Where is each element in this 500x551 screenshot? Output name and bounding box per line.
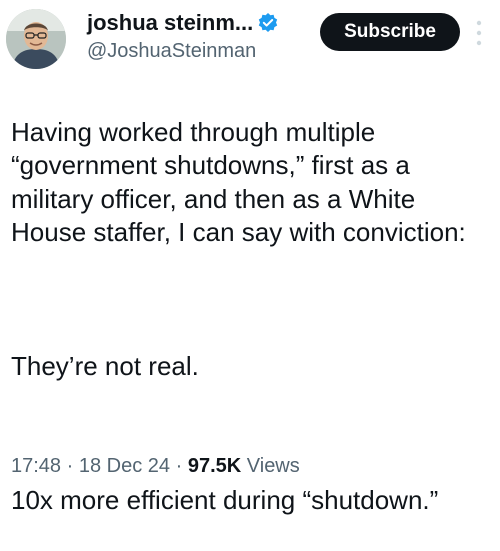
tweet-paragraph: Having worked through multiple “governme… [11,116,466,248]
verified-badge-icon [257,12,279,34]
author-name-row[interactable]: joshua steinm... [87,10,279,36]
tweet-paragraph: 10x more efficient during “shutdown.” [11,485,439,515]
tweet-time[interactable]: 17:48 [11,455,61,477]
tweet-paragraph: They’re not real. [11,351,199,381]
tweet-text: Having worked through multiple “governme… [11,82,491,551]
views-count[interactable]: 97.5K [188,455,241,477]
profile-avatar-icon [6,9,66,69]
avatar[interactable] [6,9,66,69]
subscribe-button[interactable]: Subscribe [320,13,460,51]
tweet-date[interactable]: 18 Dec 24 [79,455,170,477]
more-vertical-icon[interactable] [474,18,484,48]
tweet-meta: 17:48 · 18 Dec 24 · 97.5K Views [11,455,300,478]
meta-separator: · [175,455,183,477]
tweet-card: joshua steinm... @JoshuaSteinman Subscri… [0,0,500,515]
views-label: Views [246,455,300,477]
meta-separator: · [66,455,74,477]
author-display-name[interactable]: joshua steinm... [87,10,253,36]
author-handle[interactable]: @JoshuaSteinman [87,40,256,63]
